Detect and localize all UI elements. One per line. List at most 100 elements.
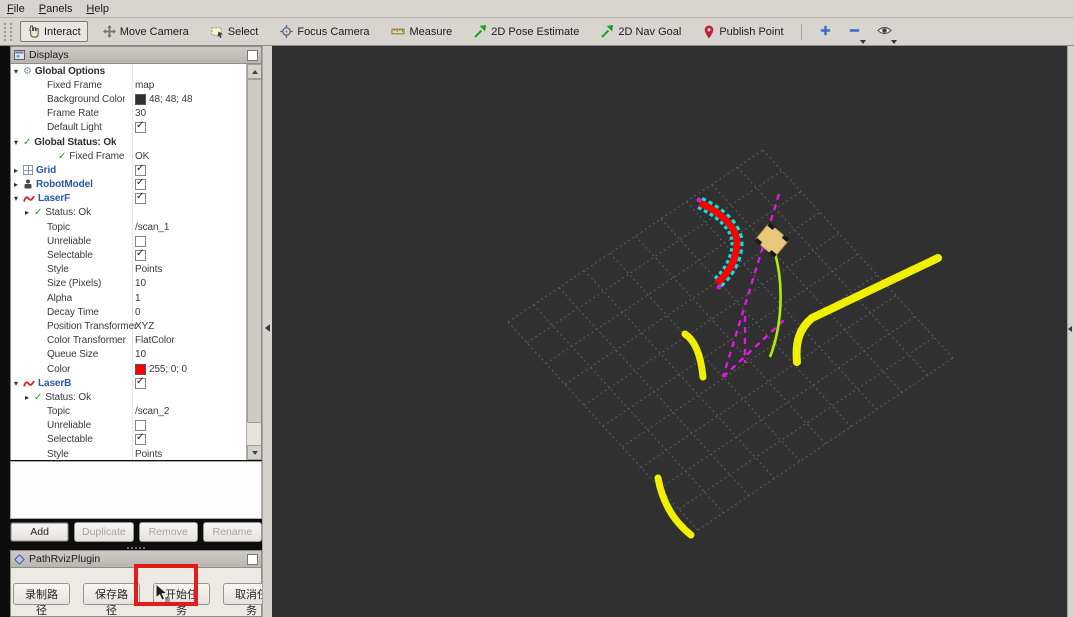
tree-row[interactable]: Position Transformer XYZ — [11, 319, 247, 333]
rename-display-button[interactable]: Rename — [202, 522, 262, 542]
scroll-up-button[interactable] — [247, 64, 261, 79]
expander-icon[interactable]: ▸ — [14, 180, 23, 189]
tree-row[interactable]: ▾ LaserB — [11, 376, 247, 390]
tree-scrollbar[interactable] — [246, 64, 261, 460]
ruler-icon — [391, 25, 405, 38]
3d-viewport[interactable] — [272, 46, 1068, 617]
checkbox[interactable] — [135, 191, 146, 205]
tree-row[interactable]: Background Color 48; 48; 48 — [11, 92, 247, 106]
laser-icon — [23, 194, 35, 203]
checkbox[interactable] — [135, 248, 146, 262]
publish-point-tool-button[interactable]: Publish Point — [696, 21, 790, 43]
checkbox[interactable] — [135, 420, 146, 432]
nav-goal-tool-button[interactable]: 2D Nav Goal — [594, 21, 688, 42]
expander-icon[interactable]: ▸ — [25, 208, 34, 217]
tree-row[interactable]: Topic/scan_2 — [11, 405, 247, 419]
displays-panel-titlebar[interactable]: Displays — [10, 46, 262, 64]
row-value — [135, 177, 146, 191]
tree-row[interactable]: Unreliable — [11, 419, 247, 433]
tree-row[interactable]: Unreliable — [11, 234, 247, 248]
color-swatch[interactable] — [135, 93, 146, 105]
panel-float-button[interactable] — [247, 50, 258, 61]
menu-file[interactable]: File — [0, 2, 32, 16]
row-label: Style — [47, 448, 69, 460]
tree-row[interactable]: Topic/scan_1 — [11, 220, 247, 234]
tree-row[interactable]: Frame Rate 30 — [11, 107, 247, 121]
expander-icon[interactable]: ▾ — [14, 138, 23, 147]
expander-icon[interactable]: ▸ — [25, 393, 34, 402]
tree-row[interactable]: Size (Pixels) 10 — [11, 277, 247, 291]
row-value — [135, 248, 146, 262]
remove-display-button[interactable]: Remove — [138, 522, 198, 542]
tool-properties-button[interactable] — [872, 21, 897, 44]
row-label: Unreliable — [47, 420, 92, 432]
panel-float-button[interactable] — [247, 554, 258, 565]
row-label: Global Options — [34, 65, 106, 77]
right-panel-splitter[interactable] — [1067, 46, 1074, 617]
checkbox[interactable] — [135, 177, 146, 191]
toolbar-separator — [800, 23, 802, 40]
focus-camera-tool-button[interactable]: Focus Camera — [273, 21, 376, 42]
tree-row[interactable]: Fixed Frame map — [11, 78, 247, 92]
interact-tool-button[interactable]: Interact — [20, 21, 88, 42]
duplicate-display-button[interactable]: Duplicate — [74, 522, 134, 542]
tree-row[interactable]: Queue Size 10 — [11, 348, 247, 362]
tree-row[interactable]: ▾ LaserF — [11, 191, 247, 206]
collapse-left-icon[interactable] — [265, 324, 270, 332]
green-arrow-icon — [474, 25, 487, 38]
row-label: Selectable — [47, 434, 93, 446]
mouse-cursor — [155, 582, 173, 609]
tree-row[interactable]: Color Transformer FlatColor — [11, 334, 247, 348]
tree-row[interactable]: ✓ Fixed Frame OK — [11, 149, 247, 163]
tree-row[interactable]: Default Light — [11, 120, 247, 135]
expander-icon[interactable]: ▾ — [14, 379, 23, 388]
check-icon: ✓ — [34, 207, 43, 219]
expander-icon[interactable]: ▾ — [14, 67, 23, 76]
map-pin-icon — [703, 25, 715, 39]
tree-row[interactable]: Selectable — [11, 248, 247, 262]
tree-row[interactable]: ▸ ✓ Status: Ok — [11, 390, 247, 404]
checkbox[interactable] — [135, 163, 146, 176]
move-camera-tool-button[interactable]: Move Camera — [96, 21, 196, 42]
row-value: XYZ — [135, 320, 155, 332]
checkbox[interactable] — [135, 120, 146, 134]
save-path-button[interactable]: 保存路径 — [83, 583, 140, 617]
tree-row[interactable]: ▸ ✓ Status: Ok — [11, 206, 247, 220]
tree-row[interactable]: Decay Time 0 — [11, 305, 247, 319]
tree-row[interactable]: Alpha 1 — [11, 291, 247, 305]
expander-icon[interactable]: ▾ — [14, 194, 23, 203]
checkbox[interactable] — [135, 432, 146, 446]
toolbar: Interact Move Camera Select Focus Camera — [0, 18, 1074, 46]
pose-estimate-tool-button[interactable]: 2D Pose Estimate — [467, 21, 586, 42]
tree-row[interactable]: ▸ RobotModel — [11, 177, 247, 192]
add-display-button[interactable]: Add — [10, 522, 70, 542]
row-label: Queue Size — [47, 349, 99, 361]
collapse-right-icon[interactable] — [1068, 326, 1072, 332]
minus-icon — [848, 28, 861, 40]
tree-row[interactable]: Color 255; 0; 0 — [11, 362, 247, 376]
tree-row[interactable]: Style Points — [11, 263, 247, 277]
tree-row[interactable]: ▾ ⚙ Global Options — [11, 64, 247, 78]
expander-icon[interactable]: ▸ — [14, 166, 23, 175]
add-tool-button[interactable] — [814, 21, 837, 43]
row-value — [135, 432, 146, 446]
scroll-down-button[interactable] — [247, 445, 261, 460]
scrollbar-thumb[interactable] — [247, 79, 261, 423]
displays-tree[interactable]: ▾ ⚙ Global Options Fixed Frame map Background… — [10, 64, 262, 460]
toolbar-grip[interactable] — [4, 22, 12, 41]
tree-row[interactable]: ▾ ✓ Global Status: Ok — [11, 135, 247, 149]
color-swatch[interactable] — [135, 363, 146, 375]
row-value: /scan_2 — [135, 406, 170, 418]
tree-row[interactable]: Selectable — [11, 432, 247, 447]
tree-row[interactable]: ▸ Grid — [11, 163, 247, 177]
tree-row[interactable]: Style Points — [11, 447, 247, 460]
menu-panels[interactable]: Panels — [32, 2, 80, 16]
checkbox[interactable] — [135, 235, 146, 247]
measure-tool-button[interactable]: Measure — [384, 21, 459, 42]
remove-tool-button[interactable] — [843, 21, 866, 44]
record-path-button[interactable]: 录制路径 — [13, 583, 70, 617]
checkbox[interactable] — [135, 376, 146, 389]
displays-panel-icon — [14, 50, 25, 60]
menu-help[interactable]: Help — [79, 2, 116, 16]
select-tool-button[interactable]: Select — [204, 21, 266, 42]
